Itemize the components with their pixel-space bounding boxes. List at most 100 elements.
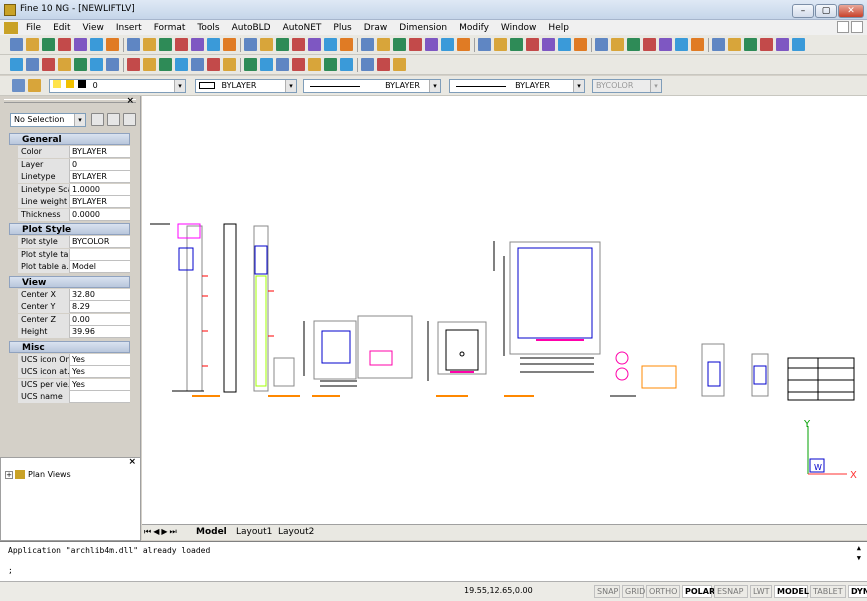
- wall-icon[interactable]: [308, 58, 321, 71]
- column-icon[interactable]: [292, 58, 305, 71]
- expand-icon[interactable]: +: [5, 470, 13, 479]
- menu-dimension[interactable]: Dimension: [393, 23, 453, 33]
- menu-insert[interactable]: Insert: [110, 23, 148, 33]
- quick-select-icon[interactable]: [123, 113, 136, 126]
- section-header-misc[interactable]: Misc: [9, 340, 130, 353]
- arc-icon[interactable]: [425, 38, 438, 51]
- undo-icon[interactable]: [611, 38, 624, 51]
- open-icon[interactable]: [728, 38, 741, 51]
- status-toggle-lwt[interactable]: LWT: [750, 585, 772, 598]
- property-value[interactable]: 39.96: [72, 326, 130, 338]
- undo-icon[interactable]: [143, 38, 156, 51]
- doc-icon[interactable]: [4, 21, 18, 34]
- status-toggle-dyn[interactable]: DYN: [848, 585, 867, 598]
- property-value[interactable]: 8.29: [72, 301, 130, 313]
- line-icon[interactable]: [643, 38, 656, 51]
- redo-icon[interactable]: [393, 38, 406, 51]
- property-value[interactable]: 32.80: [72, 289, 130, 301]
- property-row[interactable]: Layer 0: [18, 158, 130, 171]
- new-icon[interactable]: [712, 38, 725, 51]
- status-toggle-snap[interactable]: SNAP: [594, 585, 620, 598]
- roof-icon[interactable]: [377, 58, 390, 71]
- print-icon[interactable]: [526, 38, 539, 51]
- section-header-view[interactable]: View: [9, 275, 130, 288]
- tab-layout1[interactable]: Layout1: [236, 527, 272, 537]
- door-icon[interactable]: [223, 58, 236, 71]
- property-row[interactable]: Center Y 8.29: [18, 301, 130, 313]
- zoom-icon[interactable]: [441, 38, 454, 51]
- close-button[interactable]: ✕: [838, 4, 864, 18]
- property-row[interactable]: UCS per vie... Yes: [18, 378, 130, 391]
- linetype-combo[interactable]: BYLAYER ▾: [303, 79, 441, 93]
- roof-icon[interactable]: [276, 58, 289, 71]
- window-icon[interactable]: [42, 58, 55, 71]
- property-value[interactable]: BYLAYER: [72, 196, 130, 208]
- line-icon[interactable]: [175, 38, 188, 51]
- column-icon[interactable]: [191, 58, 204, 71]
- cut-icon[interactable]: [324, 38, 337, 51]
- property-value[interactable]: Model: [72, 261, 130, 273]
- save-icon[interactable]: [510, 38, 523, 51]
- cut-icon[interactable]: [558, 38, 571, 51]
- panel-grip[interactable]: [4, 99, 136, 103]
- property-row[interactable]: Height 39.96: [18, 326, 130, 338]
- pan-icon[interactable]: [691, 38, 704, 51]
- pan-icon[interactable]: [457, 38, 470, 51]
- open-icon[interactable]: [26, 38, 39, 51]
- door-icon[interactable]: [324, 58, 337, 71]
- property-value[interactable]: [72, 391, 130, 403]
- window-icon[interactable]: [143, 58, 156, 71]
- wall-icon[interactable]: [10, 58, 23, 71]
- menu-autonet[interactable]: AutoNET: [277, 23, 328, 33]
- property-value[interactable]: BYLAYER: [72, 146, 130, 158]
- paste-icon[interactable]: [361, 38, 374, 51]
- lineweight-combo[interactable]: BYLAYER ▾: [449, 79, 585, 93]
- status-toggle-tablet[interactable]: TABLET: [810, 585, 846, 598]
- menu-file[interactable]: File: [20, 23, 47, 33]
- property-row[interactable]: Plot table a... Model: [18, 261, 130, 273]
- property-value[interactable]: [72, 249, 130, 261]
- column-icon[interactable]: [90, 58, 103, 71]
- status-toggle-ortho[interactable]: ORTHO: [646, 585, 680, 598]
- property-value[interactable]: 0: [72, 159, 130, 171]
- menu-edit[interactable]: Edit: [47, 23, 76, 33]
- line-icon[interactable]: [409, 38, 422, 51]
- property-value[interactable]: BYLAYER: [72, 171, 130, 183]
- property-row[interactable]: UCS icon at... Yes: [18, 366, 130, 378]
- property-value[interactable]: Yes: [72, 354, 130, 366]
- print-icon[interactable]: [58, 38, 71, 51]
- column-icon[interactable]: [393, 58, 406, 71]
- layer-manager-icon[interactable]: [12, 79, 25, 92]
- tab-layout2[interactable]: Layout2: [278, 527, 314, 537]
- pan-icon[interactable]: [223, 38, 236, 51]
- property-value[interactable]: 1.0000: [72, 184, 130, 196]
- save-icon[interactable]: [744, 38, 757, 51]
- new-icon[interactable]: [478, 38, 491, 51]
- stair-icon[interactable]: [58, 58, 71, 71]
- close-icon[interactable]: ×: [128, 457, 136, 467]
- arc-icon[interactable]: [191, 38, 204, 51]
- command-prompt[interactable]: ;: [8, 566, 13, 575]
- redo-icon[interactable]: [159, 38, 172, 51]
- save-icon[interactable]: [42, 38, 55, 51]
- window-icon[interactable]: [244, 58, 257, 71]
- zoom-icon[interactable]: [675, 38, 688, 51]
- paste-icon[interactable]: [595, 38, 608, 51]
- new-icon[interactable]: [10, 38, 23, 51]
- roof-icon[interactable]: [175, 58, 188, 71]
- toggle-pickadd-icon[interactable]: [91, 113, 104, 126]
- paste-icon[interactable]: [127, 38, 140, 51]
- scroll-down-icon[interactable]: ▼: [857, 554, 861, 562]
- property-row[interactable]: UCS icon On Yes: [18, 353, 130, 366]
- undo-icon[interactable]: [377, 38, 390, 51]
- menu-tools[interactable]: Tools: [191, 23, 225, 33]
- wall-icon[interactable]: [207, 58, 220, 71]
- property-row[interactable]: UCS name: [18, 391, 130, 403]
- tab-model[interactable]: Model: [196, 527, 227, 537]
- copy-icon[interactable]: [574, 38, 587, 51]
- menu-format[interactable]: Format: [148, 23, 192, 33]
- preview-icon[interactable]: [74, 38, 87, 51]
- menu-modify[interactable]: Modify: [453, 23, 495, 33]
- minimize-button[interactable]: –: [792, 4, 814, 18]
- door-icon[interactable]: [127, 58, 140, 71]
